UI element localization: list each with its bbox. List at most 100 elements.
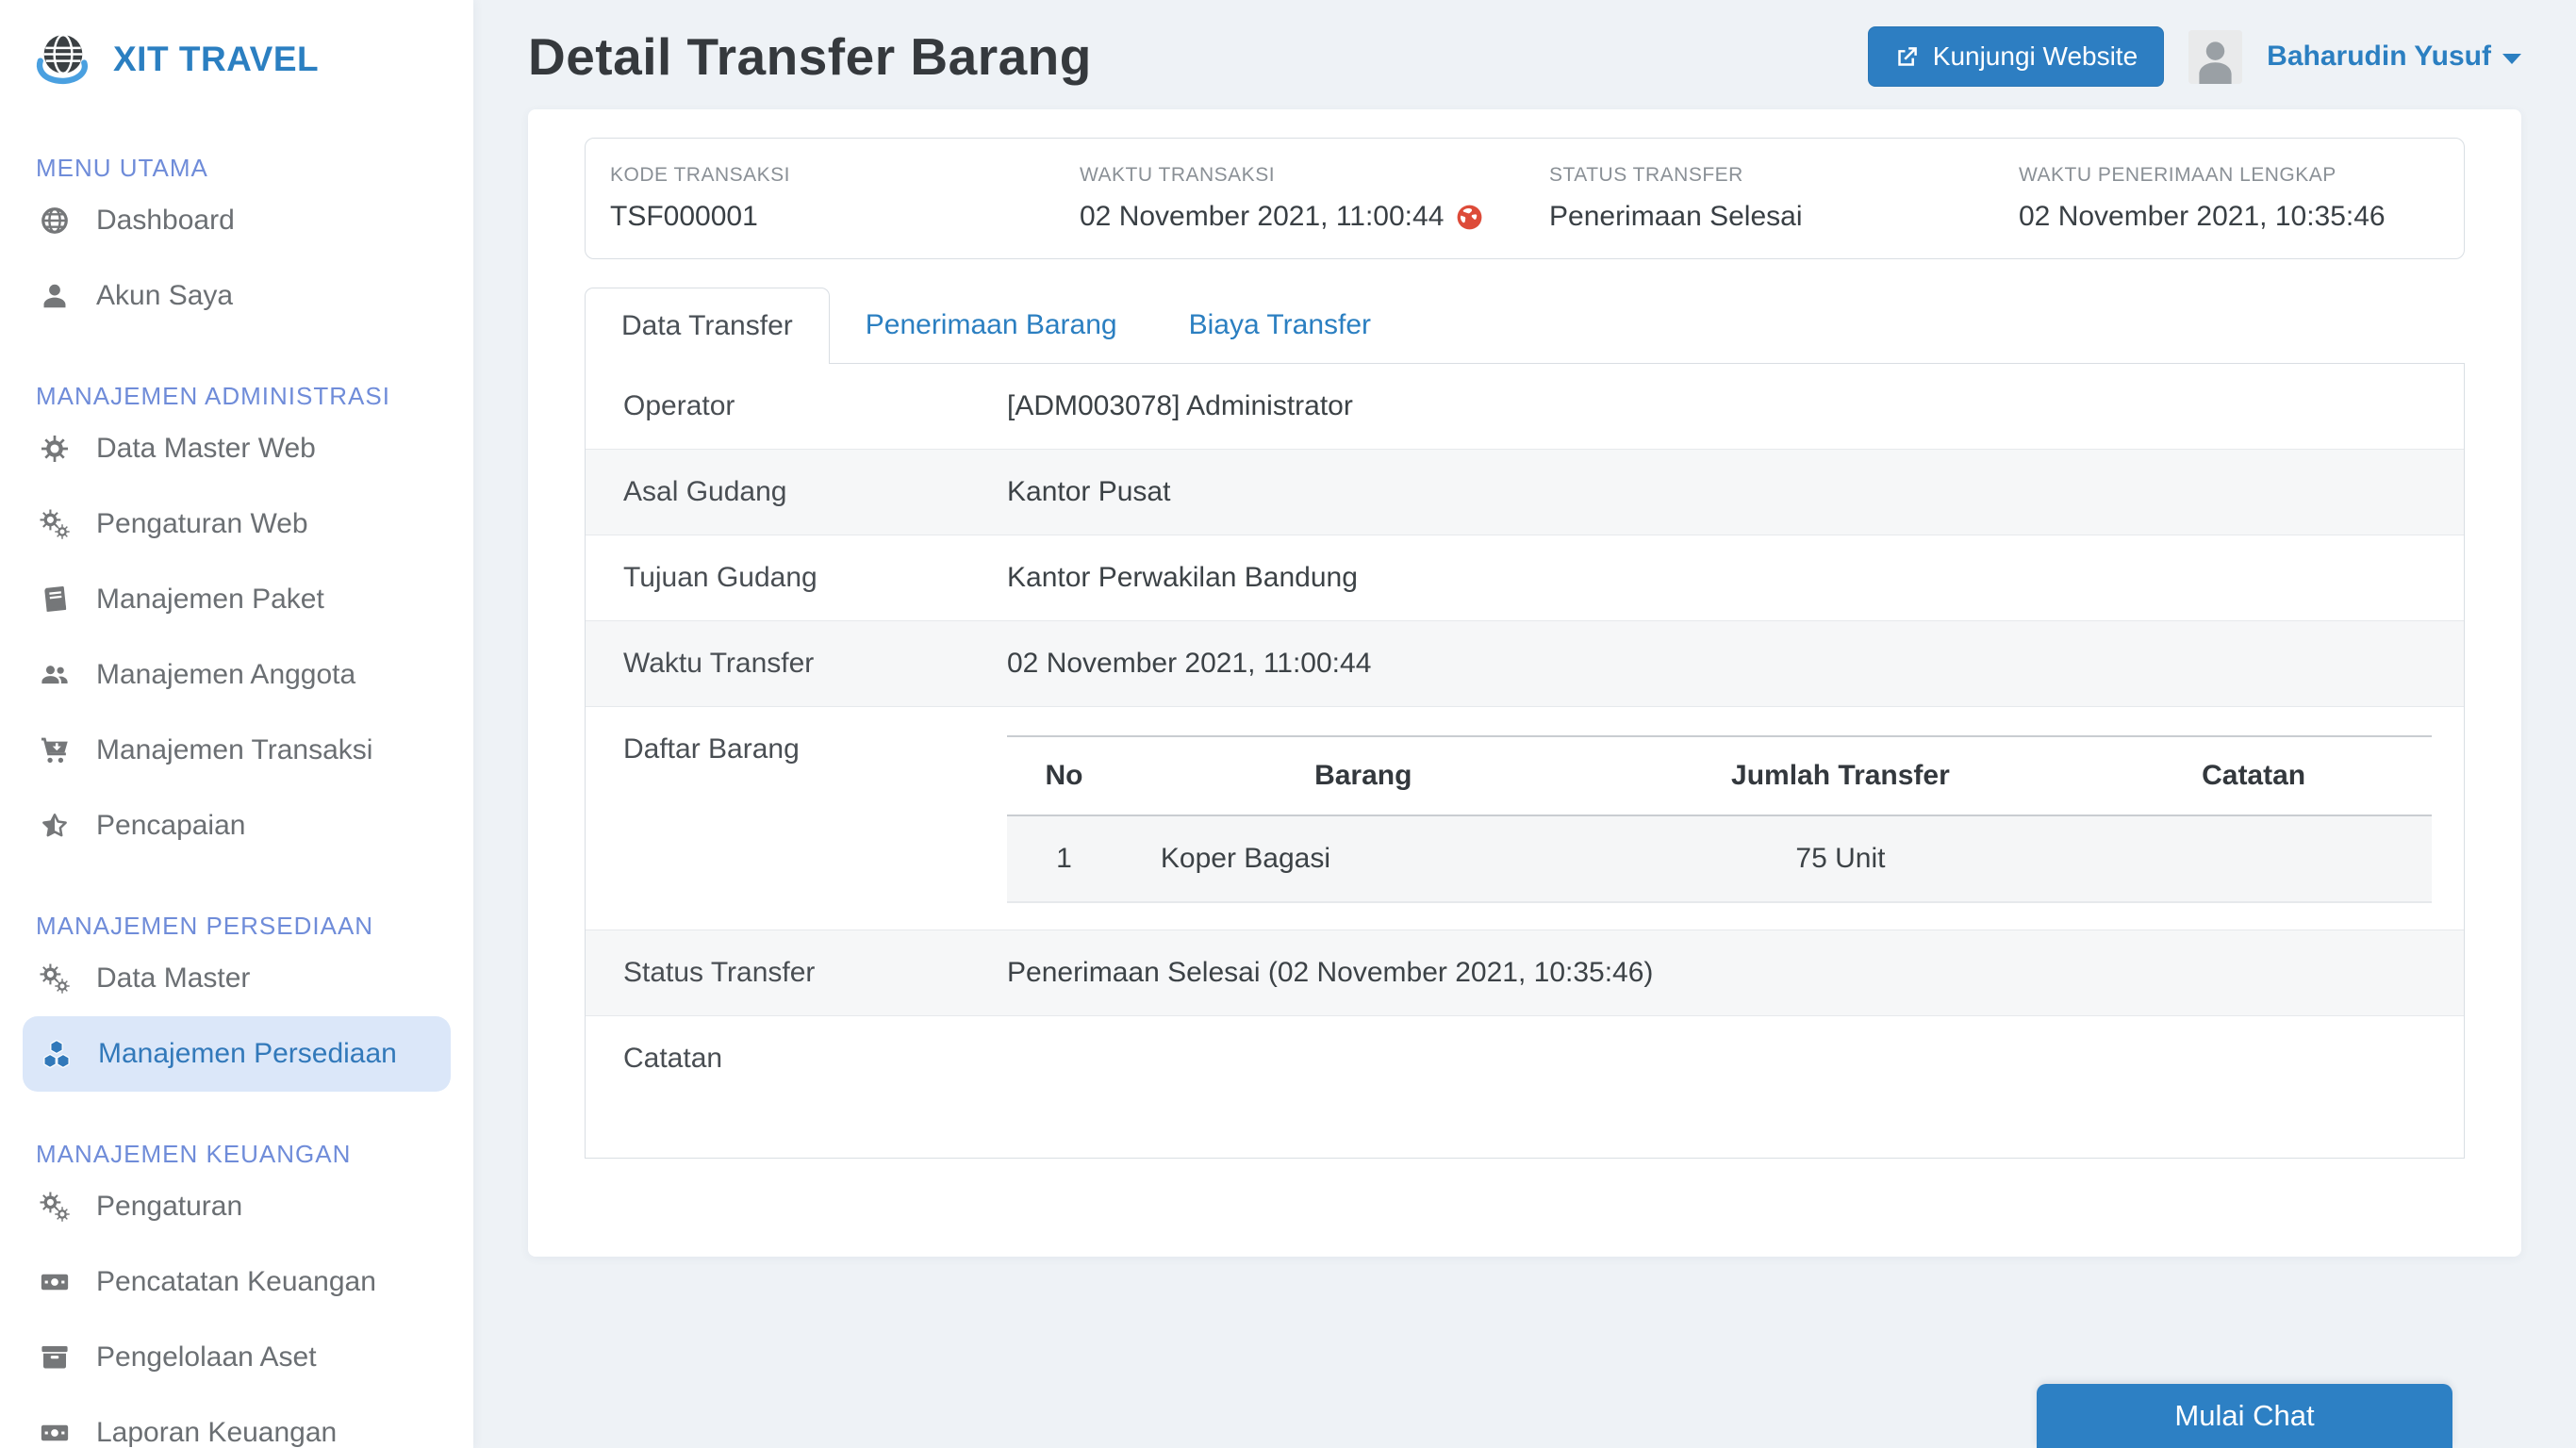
summary-value: TSF000001 xyxy=(610,201,1044,233)
sidebar-item-label: Pengaturan xyxy=(96,1191,242,1223)
summary-label: STATUS TRANSFER xyxy=(1549,164,1983,187)
brand-name: XIT TRAVEL xyxy=(113,40,319,79)
detail-label: Daftar Barang xyxy=(586,733,1007,765)
detail-row-catatan: Catatan xyxy=(586,1016,2464,1158)
detail-value: No Barang Jumlah Transfer Catatan 1 Kope… xyxy=(1007,733,2464,903)
summary-label: WAKTU PENERIMAAN LENGKAP xyxy=(2019,164,2452,187)
detail-label: Waktu Transfer xyxy=(586,648,1007,680)
archive-icon xyxy=(36,1342,74,1373)
topbar-right: Kunjungi Website Baharudin Yusuf xyxy=(1868,26,2521,87)
summary-value: 02 November 2021, 11:00:44 xyxy=(1080,201,1513,233)
sidebar-item-label: Manajemen Persediaan xyxy=(98,1038,397,1070)
visit-website-button[interactable]: Kunjungi Website xyxy=(1868,26,2164,87)
summary-kode-transaksi: KODE TRANSAKSI TSF000001 xyxy=(586,164,1055,233)
sidebar-item-label: Pengaturan Web xyxy=(96,508,308,540)
summary-label: WAKTU TRANSAKSI xyxy=(1080,164,1513,187)
detail-row-asal-gudang: Asal Gudang Kantor Pusat xyxy=(586,450,2464,535)
tab-penerimaan-barang[interactable]: Penerimaan Barang xyxy=(830,288,1153,363)
detail-label: Asal Gudang xyxy=(586,476,1007,508)
brand-logo-icon xyxy=(32,28,94,90)
sidebar-section-manajemen-administrasi: MANAJEMEN ADMINISTRASI xyxy=(36,381,473,411)
visit-website-label: Kunjungi Website xyxy=(1933,41,2138,72)
item-catatan xyxy=(2075,815,2432,902)
items-table-header-no: No xyxy=(1007,736,1121,815)
money-icon xyxy=(36,1418,74,1448)
detail-label: Tujuan Gudang xyxy=(586,562,1007,594)
sidebar-item-pengaturan-web[interactable]: Pengaturan Web xyxy=(0,486,473,562)
avatar[interactable] xyxy=(2188,30,2242,84)
detail-value: Penerimaan Selesai (02 November 2021, 10… xyxy=(1007,957,2464,989)
item-barang: Koper Bagasi xyxy=(1121,815,1606,902)
sidebar-item-manajemen-anggota[interactable]: Manajemen Anggota xyxy=(0,637,473,713)
detail-row-waktu-transfer: Waktu Transfer 02 November 2021, 11:00:4… xyxy=(586,621,2464,707)
items-table-header-catatan: Catatan xyxy=(2075,736,2432,815)
detail-value: Kantor Pusat xyxy=(1007,476,2464,508)
item-no: 1 xyxy=(1007,815,1121,902)
user-icon xyxy=(36,281,74,311)
start-chat-label: Mulai Chat xyxy=(2174,1399,2314,1433)
start-chat-button[interactable]: Mulai Chat xyxy=(2037,1384,2452,1448)
sidebar-item-laporan-keuangan[interactable]: Laporan Keuangan xyxy=(0,1395,473,1448)
brand[interactable]: XIT TRAVEL xyxy=(0,0,473,106)
gears-icon xyxy=(36,509,74,539)
detail-card: KODE TRANSAKSI TSF000001 WAKTU TRANSAKSI… xyxy=(528,109,2521,1257)
users-icon xyxy=(36,660,74,690)
sidebar-item-label: Akun Saya xyxy=(96,280,233,312)
summary-value: 02 November 2021, 10:35:46 xyxy=(2019,201,2452,233)
sidebar-item-data-master-web[interactable]: Data Master Web xyxy=(0,411,473,486)
globe-icon xyxy=(36,206,74,236)
cart-icon xyxy=(36,735,74,765)
sidebar-item-pengelolaan-aset[interactable]: Pengelolaan Aset xyxy=(0,1320,473,1395)
detail-row-daftar-barang: Daftar Barang No Barang Jumlah Transfer … xyxy=(586,707,2464,930)
sidebar-item-manajemen-paket[interactable]: Manajemen Paket xyxy=(0,562,473,637)
summary-status-transfer: STATUS TRANSFER Penerimaan Selesai xyxy=(1525,164,1994,233)
sidebar-section-menu-utama: MENU UTAMA xyxy=(36,153,473,183)
sidebar-item-label: Pengelolaan Aset xyxy=(96,1341,317,1374)
detail-row-status-transfer: Status Transfer Penerimaan Selesai (02 N… xyxy=(586,930,2464,1016)
tab-biaya-transfer[interactable]: Biaya Transfer xyxy=(1153,288,1407,363)
sidebar-item-data-master[interactable]: Data Master xyxy=(0,941,473,1016)
summary-waktu-penerimaan: WAKTU PENERIMAAN LENGKAP 02 November 202… xyxy=(1994,164,2464,233)
sidebar-item-manajemen-transaksi[interactable]: Manajemen Transaksi xyxy=(0,713,473,788)
sidebar: XIT TRAVEL MENU UTAMA Dashboard Akun Say… xyxy=(0,0,473,1448)
data-transfer-panel: Operator [ADM003078] Administrator Asal … xyxy=(585,363,2465,1159)
gears-icon xyxy=(36,1192,74,1222)
external-link-icon xyxy=(1894,44,1920,70)
detail-row-tujuan-gudang: Tujuan Gudang Kantor Perwakilan Bandung xyxy=(586,535,2464,621)
items-table-row: 1 Koper Bagasi 75 Unit xyxy=(1007,815,2432,902)
sidebar-item-pencapaian[interactable]: Pencapaian xyxy=(0,788,473,864)
red-globe-icon xyxy=(1455,203,1484,232)
items-table-header-barang: Barang xyxy=(1121,736,1606,815)
detail-value: 02 November 2021, 11:00:44 xyxy=(1007,648,2464,680)
summary-waktu-transaksi: WAKTU TRANSAKSI 02 November 2021, 11:00:… xyxy=(1055,164,1525,233)
detail-tabs: Data Transfer Penerimaan Barang Biaya Tr… xyxy=(585,288,2465,363)
user-name: Baharudin Yusuf xyxy=(2267,41,2491,73)
sidebar-section-manajemen-persediaan: MANAJEMEN PERSEDIAAN xyxy=(36,911,473,941)
sidebar-item-akun-saya[interactable]: Akun Saya xyxy=(0,258,473,334)
summary-value-text: 02 November 2021, 11:00:44 xyxy=(1080,201,1444,233)
book-icon xyxy=(36,584,74,615)
sidebar-item-label: Manajemen Anggota xyxy=(96,659,355,691)
detail-label: Catatan xyxy=(586,1043,1007,1075)
avatar-silhouette-icon xyxy=(2188,30,2242,84)
main-content: Detail Transfer Barang Kunjungi Website … xyxy=(473,0,2576,1448)
sidebar-item-label: Manajemen Transaksi xyxy=(96,734,372,766)
sidebar-item-pengaturan[interactable]: Pengaturan xyxy=(0,1169,473,1244)
sidebar-section-manajemen-keuangan: MANAJEMEN KEUANGAN xyxy=(36,1139,473,1169)
detail-label: Operator xyxy=(586,390,1007,422)
user-menu[interactable]: Baharudin Yusuf xyxy=(2267,41,2521,73)
sidebar-item-label: Laporan Keuangan xyxy=(96,1417,337,1448)
money-icon xyxy=(36,1267,74,1297)
tab-data-transfer[interactable]: Data Transfer xyxy=(585,288,830,364)
sidebar-item-pencatatan-keuangan[interactable]: Pencatatan Keuangan xyxy=(0,1244,473,1320)
detail-value: Kantor Perwakilan Bandung xyxy=(1007,562,2464,594)
sidebar-item-dashboard[interactable]: Dashboard xyxy=(0,183,473,258)
sidebar-item-manajemen-persediaan[interactable]: Manajemen Persediaan xyxy=(23,1016,451,1092)
gears-icon xyxy=(36,963,74,994)
star-icon xyxy=(36,811,74,841)
cubes-icon xyxy=(38,1039,75,1069)
items-table-header-jumlah: Jumlah Transfer xyxy=(1606,736,2076,815)
sidebar-item-label: Data Master Web xyxy=(96,433,316,465)
sidebar-item-label: Data Master xyxy=(96,963,250,995)
summary-value: Penerimaan Selesai xyxy=(1549,201,1983,233)
